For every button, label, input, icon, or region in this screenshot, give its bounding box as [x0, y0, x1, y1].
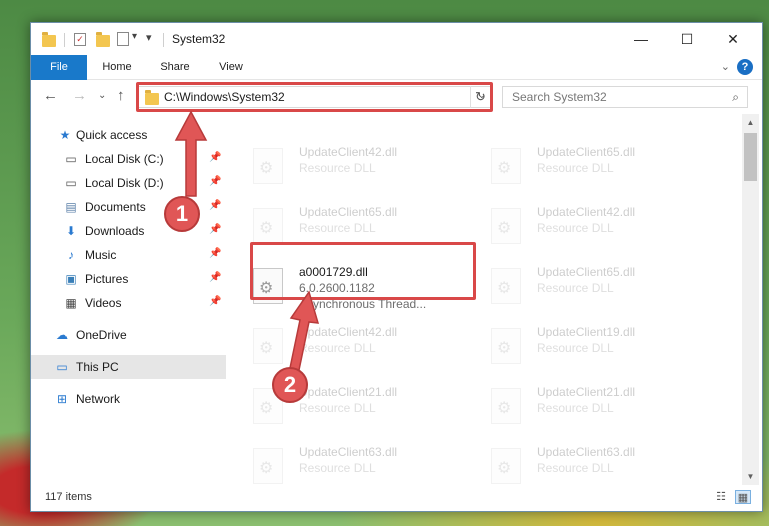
step-marker-2: 2 — [272, 367, 308, 403]
arrow-1 — [174, 110, 208, 197]
callout-arrows — [174, 110, 320, 371]
step-marker-1: 1 — [164, 196, 200, 232]
arrow-2 — [289, 290, 320, 371]
